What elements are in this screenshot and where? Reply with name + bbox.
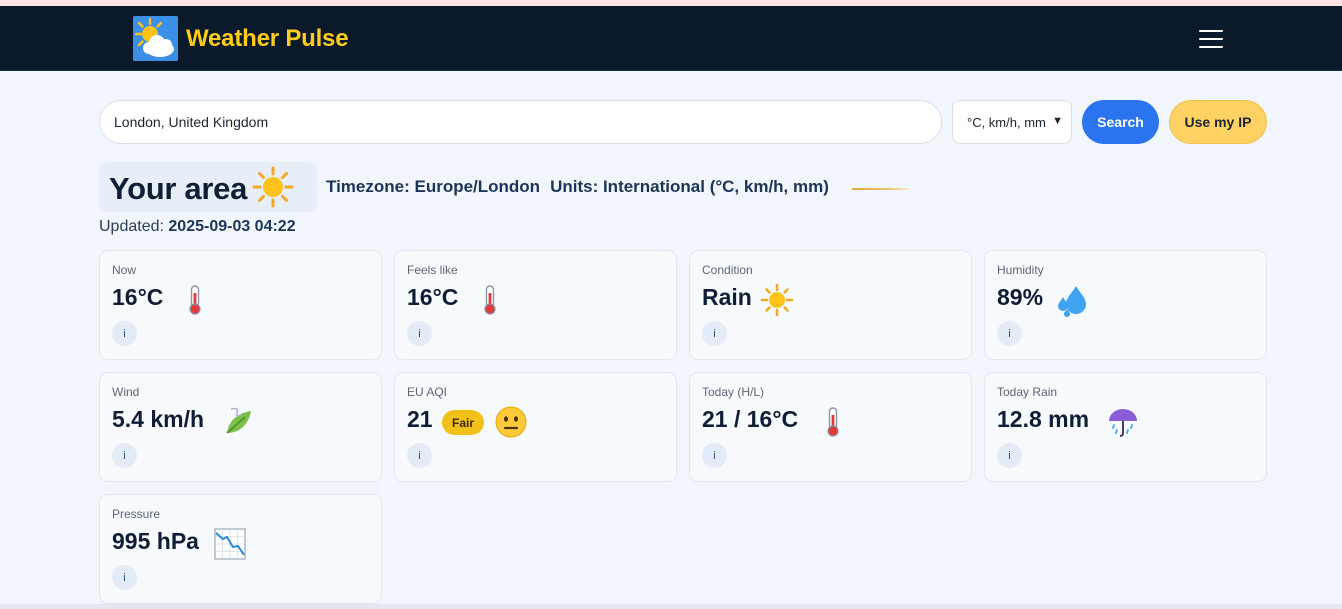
units-select-value: °C, km/h, mm [967, 114, 1046, 130]
info-button[interactable]: i [112, 443, 137, 468]
search-button[interactable]: Search [1082, 100, 1159, 144]
loading-indicator [852, 188, 914, 190]
card-label: Wind [112, 385, 140, 399]
area-title: Your area [109, 171, 248, 206]
sun-icon [760, 283, 794, 317]
leaf-wind-icon [221, 405, 255, 439]
card-value: 16°C [112, 284, 164, 310]
umbrella-rain-icon [1106, 405, 1140, 439]
info-button[interactable]: i [702, 443, 727, 468]
card-label: Condition [702, 263, 753, 277]
hamburger-menu-icon[interactable] [1197, 28, 1225, 50]
updated-value: 2025-09-03 04:22 [168, 218, 296, 235]
card-label: Pressure [112, 507, 161, 521]
aqi-status-badge: Fair [442, 410, 485, 435]
card-now: Now 16°C i [99, 250, 382, 360]
sun-icon [252, 166, 294, 208]
card-value: Rain [702, 284, 752, 310]
card-today-high-low: Today (H/L) 21 / 16°C i [689, 372, 972, 482]
meta-line: Timezone: Europe/London Units: Internatio… [326, 177, 829, 197]
sun-cloud-icon[interactable] [133, 16, 178, 61]
bottom-edge [0, 604, 1342, 609]
use-my-ip-button[interactable]: Use my IP [1169, 100, 1267, 144]
info-button[interactable]: i [702, 321, 727, 346]
card-label: EU AQI [407, 385, 448, 399]
card-label: Today (H/L) [702, 385, 765, 399]
card-label: Today Rain [997, 385, 1058, 399]
card-wind: Wind 5.4 km/h i [99, 372, 382, 482]
updated-label: Updated: [99, 218, 164, 235]
info-button[interactable]: i [112, 565, 137, 590]
card-condition: Condition Rain i [689, 250, 972, 360]
thermometer-icon [178, 283, 212, 317]
card-label: Feels like [407, 263, 458, 277]
card-value: 16°C [407, 284, 459, 310]
navbar: Weather Pulse [0, 6, 1342, 71]
neutral-face-icon [494, 405, 528, 439]
thermometer-icon [816, 405, 850, 439]
water-drops-icon [1055, 283, 1089, 317]
card-value: 21 [407, 406, 433, 432]
card-label: Now [112, 263, 137, 277]
info-button[interactable]: i [997, 321, 1022, 346]
chevron-down-icon: ▼ [1052, 115, 1063, 127]
card-value: 21 / 16°C [702, 406, 799, 432]
card-label: Humidity [997, 263, 1044, 277]
card-eu-aqi: EU AQI 21 Fair i [394, 372, 677, 482]
units-text: Units: International (°C, km/h, mm) [550, 177, 829, 196]
info-button[interactable]: i [112, 321, 137, 346]
info-button[interactable]: i [997, 443, 1022, 468]
card-value: 5.4 km/h [112, 406, 205, 432]
timezone-text: Timezone: Europe/London [326, 177, 541, 196]
card-pressure: Pressure 995 hPa i [99, 494, 382, 604]
card-feels-like: Feels like 16°C i [394, 250, 677, 360]
info-button[interactable]: i [407, 443, 432, 468]
card-value: 89% [997, 284, 1044, 310]
brand-name[interactable]: Weather Pulse [186, 25, 349, 53]
area-heading-box: Your area [99, 162, 317, 212]
card-value: 995 hPa [112, 528, 199, 554]
card-humidity: Humidity 89% i [984, 250, 1267, 360]
thermometer-icon [473, 283, 507, 317]
location-search-input[interactable] [99, 100, 942, 144]
card-today-rain: Today Rain 12.8 mm i [984, 372, 1267, 482]
updated-timestamp: Updated: 2025-09-03 04:22 [99, 218, 296, 236]
info-button[interactable]: i [407, 321, 432, 346]
card-value: 12.8 mm [997, 406, 1090, 432]
units-select[interactable]: °C, km/h, mm ▼ [952, 100, 1072, 144]
chart-decreasing-icon [213, 527, 247, 561]
